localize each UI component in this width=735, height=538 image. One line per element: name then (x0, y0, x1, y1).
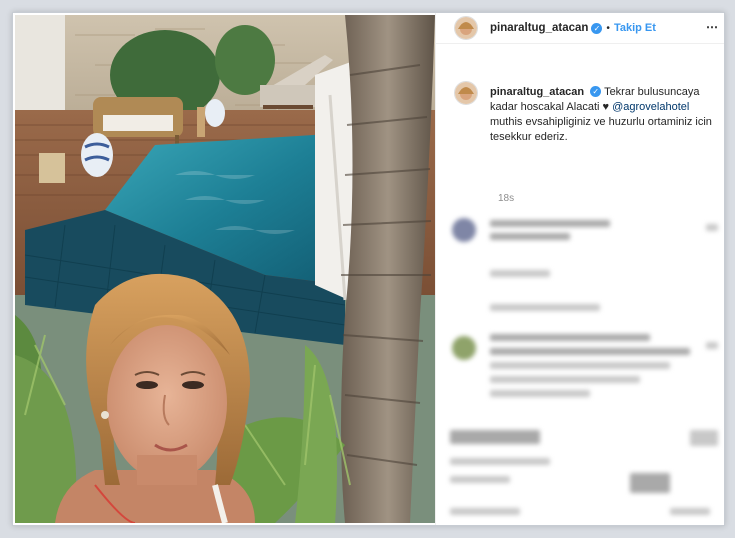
caption-verified-icon: ✓ (590, 86, 602, 97)
mention-link[interactable]: @agrovelahotel (612, 101, 689, 113)
post-header: pinaraltug_atacan ✓ • Takip Et ⋯ (436, 13, 724, 44)
obscured-comments (450, 218, 720, 518)
verified-badge-icon: ✓ (591, 22, 603, 34)
follow-button[interactable]: Takip Et (614, 22, 656, 34)
caption-avatar[interactable] (454, 81, 478, 105)
post-details-panel: pinaraltug_atacan ✓ • Takip Et ⋯ pinaral… (435, 13, 724, 525)
post-frame: pinaraltug_atacan ✓ • Takip Et ⋯ pinaral… (12, 12, 725, 526)
caption-username[interactable]: pinaraltug_atacan (490, 86, 584, 98)
separator-dot: • (606, 22, 610, 34)
caption-body-end: muthis evsahipliginiz ve huzurlu ortamin… (490, 116, 712, 143)
pool-selfie-image (15, 15, 435, 523)
username[interactable]: pinaraltug_atacan (490, 22, 588, 34)
more-options-icon[interactable]: ⋯ (706, 20, 719, 34)
heart-icon: ♥ (602, 101, 610, 113)
caption: pinaraltug_atacan ✓ Tekrar bulusuncaya k… (454, 81, 716, 145)
caption-text: pinaraltug_atacan ✓ Tekrar bulusuncaya k… (490, 85, 716, 145)
avatar[interactable] (454, 16, 478, 40)
post-photo[interactable] (15, 15, 435, 523)
post-timestamp: 18s (498, 193, 515, 204)
